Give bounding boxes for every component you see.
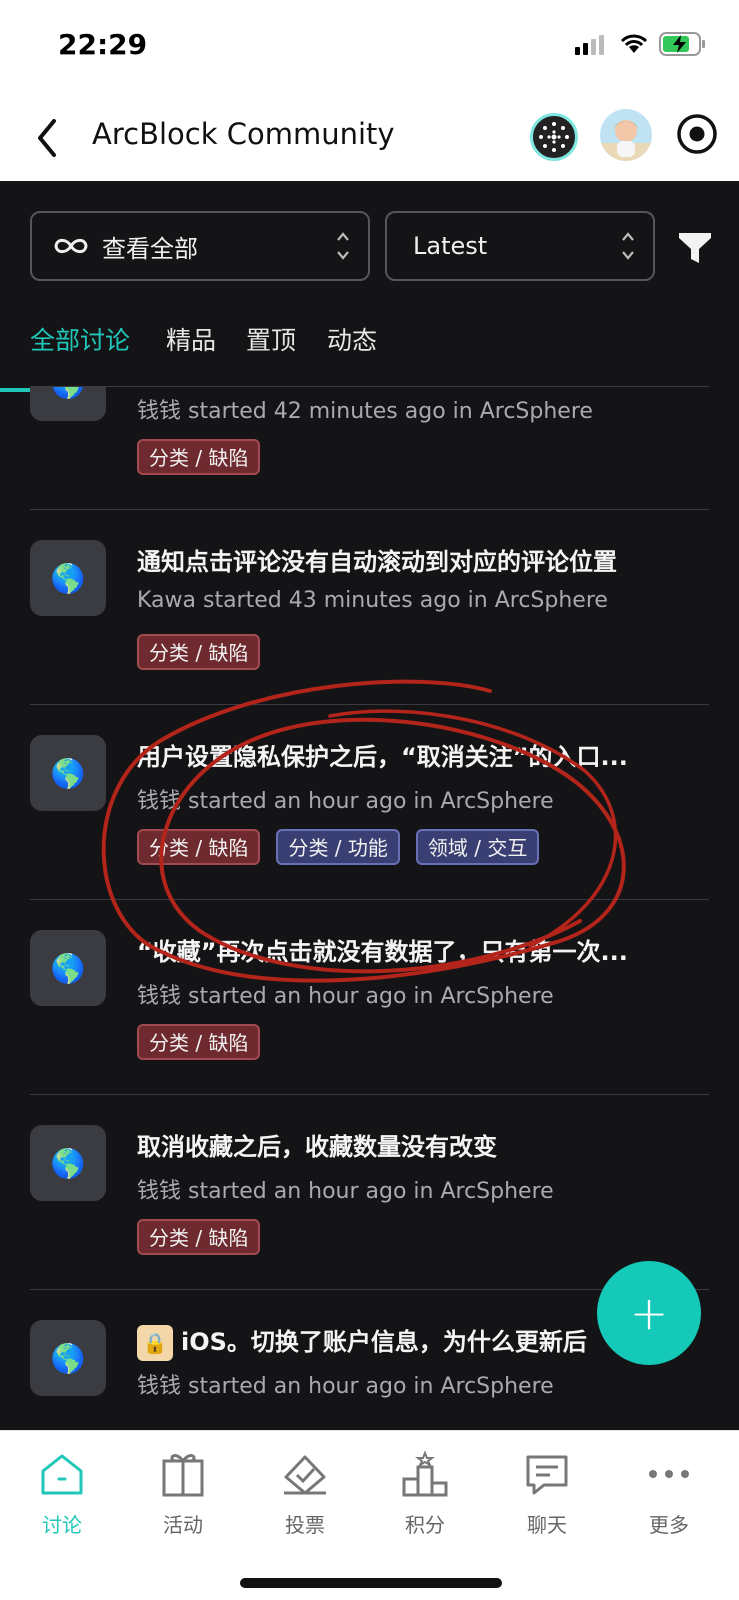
page-title: ArcBlock Community [92, 117, 395, 151]
status-time: 22:29 [58, 28, 148, 61]
tabbar-label: 积分 [405, 1513, 445, 1537]
post-meta: 钱钱 started an hour ago in ArcSphere [137, 984, 554, 1009]
tab-featured[interactable]: 精品 [166, 321, 216, 375]
battery-icon [659, 32, 705, 56]
tabbar-item-vote[interactable]: 投票 [250, 1449, 360, 1559]
podium-icon [402, 1450, 448, 1497]
tab-pinned[interactable]: 置顶 [246, 321, 296, 375]
tag-list: 分类 / 缺陷 [137, 439, 261, 475]
funnel-icon[interactable] [676, 229, 714, 267]
gift-icon [162, 1454, 204, 1497]
tag-defect[interactable]: 分类 / 缺陷 [137, 439, 261, 475]
globe-icon: 🌎 [30, 735, 106, 811]
infinity-icon [54, 238, 88, 254]
list-item[interactable]: 🌎 用户设置隐私保护之后，“取消关注”的入口... 钱钱 started an … [30, 705, 709, 900]
tag-list: 分类 / 缺陷 [137, 634, 261, 670]
category-select[interactable]: 查看全部 [30, 211, 370, 281]
more-icon [649, 1470, 689, 1478]
status-icons [575, 32, 707, 56]
post-title: 用户设置隐私保护之后，“取消关注”的入口... [137, 743, 628, 771]
globe-icon: 🌎 [30, 930, 106, 1006]
post-meta: 钱钱 started an hour ago in ArcSphere [137, 1179, 554, 1204]
did-wallet-icon[interactable] [530, 113, 578, 161]
tag-feature[interactable]: 分类 / 功能 [276, 829, 400, 865]
wifi-icon [620, 34, 648, 53]
tabbar-item-points[interactable]: 积分 [370, 1449, 480, 1559]
tag-interaction[interactable]: 领域 / 交互 [415, 829, 540, 865]
tabbar-label: 更多 [649, 1513, 689, 1537]
post-meta: 钱钱 started an hour ago in ArcSphere [137, 789, 554, 814]
tabbar-label: 讨论 [42, 1513, 82, 1537]
tag-list: 分类 / 缺陷 分类 / 功能 领域 / 交互 [137, 829, 540, 865]
tabbar-item-chat[interactable]: 聊天 [492, 1449, 602, 1559]
tab-activity[interactable]: 动态 [327, 321, 377, 375]
globe-icon: 🌎 [30, 540, 106, 616]
post-meta: 钱钱 started an hour ago in ArcSphere [137, 1374, 554, 1399]
tabbar-label: 活动 [163, 1513, 203, 1537]
chat-icon [526, 1455, 568, 1495]
select-arrows-icon [337, 232, 349, 260]
list-item[interactable]: 🌎 钱钱 started 42 minutes ago in ArcSphere… [30, 387, 709, 510]
post-title: “收藏”再次点击就没有数据了，只有第一次... [137, 938, 628, 966]
avatar-image [600, 109, 652, 161]
bottom-tab-bar: 讨论 活动 投票 积分 聊天 更多 [0, 1430, 739, 1600]
sort-select[interactable]: Latest [385, 211, 655, 281]
tab-all-discussions[interactable]: 全部讨论 [30, 321, 130, 375]
tag-defect[interactable]: 分类 / 缺陷 [137, 634, 261, 670]
tabbar-item-more[interactable]: 更多 [614, 1449, 724, 1559]
post-title: 通知点击评论没有自动滚动到对应的评论位置 [137, 548, 617, 576]
list-item[interactable]: 🌎 取消收藏之后，收藏数量没有改变 钱钱 started an hour ago… [30, 1095, 709, 1290]
tabbar-label: 投票 [285, 1513, 325, 1537]
dots-logo-icon [539, 122, 569, 152]
status-bar: 22:29 [0, 0, 739, 95]
tabbar-item-events[interactable]: 活动 [128, 1449, 238, 1559]
home-indicator [240, 1578, 502, 1588]
post-meta: 钱钱 started 42 minutes ago in ArcSphere [137, 399, 593, 424]
discussion-list: 🌎 钱钱 started 42 minutes ago in ArcSphere… [30, 387, 709, 1430]
tag-defect[interactable]: 分类 / 缺陷 [137, 1219, 261, 1255]
tag-list: 分类 / 缺陷 [137, 1024, 261, 1060]
record-button[interactable] [676, 113, 718, 155]
post-meta: Kawa started 43 minutes ago in ArcSphere [137, 588, 608, 613]
tab-bar: 全部讨论 精品 置顶 动态 [30, 321, 710, 375]
avatar[interactable] [600, 109, 652, 161]
ballot-icon [284, 1455, 326, 1495]
tag-defect[interactable]: 分类 / 缺陷 [137, 829, 261, 865]
create-post-button[interactable]: + [597, 1261, 701, 1365]
globe-icon: 🌎 [30, 1125, 106, 1201]
tag-defect[interactable]: 分类 / 缺陷 [137, 1024, 261, 1060]
lock-icon: 🔒 [137, 1325, 173, 1361]
cellular-icon [575, 35, 604, 55]
globe-icon: 🌎 [30, 387, 106, 421]
filter-row: 查看全部 Latest [30, 211, 720, 281]
tag-list: 分类 / 缺陷 [137, 1219, 261, 1255]
sort-select-label: Latest [413, 232, 488, 260]
home-icon [41, 1454, 83, 1495]
list-item[interactable]: 🌎 “收藏”再次点击就没有数据了，只有第一次... 钱钱 started an … [30, 900, 709, 1095]
category-select-label: 查看全部 [102, 234, 198, 263]
list-item[interactable]: 🌎 通知点击评论没有自动滚动到对应的评论位置 Kawa started 43 m… [30, 510, 709, 705]
nav-bar: ArcBlock Community [0, 95, 739, 181]
content-area: 查看全部 Latest 全部讨论 精品 置顶 动态 🌎 钱钱 s [0, 181, 739, 1430]
tabbar-label: 聊天 [527, 1513, 567, 1537]
post-title-text: iOS。切换了账户信息，为什么更新后 [181, 1328, 587, 1356]
back-button[interactable] [28, 111, 68, 165]
tabbar-item-discussion[interactable]: 讨论 [7, 1449, 117, 1559]
post-title: 取消收藏之后，收藏数量没有改变 [137, 1133, 497, 1161]
globe-icon: 🌎 [30, 1320, 106, 1396]
select-arrows-icon [622, 232, 634, 260]
